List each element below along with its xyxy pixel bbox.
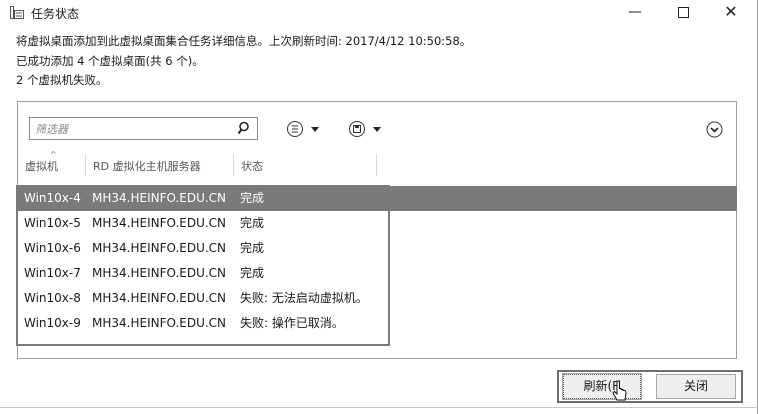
maximize-button[interactable] — [663, 0, 703, 26]
vm-cell: Win10x-9 — [24, 316, 81, 330]
server-manager-icon — [10, 6, 24, 19]
server-cell: MH34.HEINFO.EDU.CN — [92, 191, 227, 205]
server-cell: MH34.HEINFO.EDU.CN — [92, 266, 227, 280]
close-window-button[interactable]: ✕ — [711, 0, 751, 26]
server-cell: MH34.HEINFO.EDU.CN — [92, 291, 227, 305]
status-cell: 完成 — [240, 191, 265, 205]
status-cell: 完成 — [240, 266, 265, 280]
server-cell: MH34.HEINFO.EDU.CN — [92, 241, 227, 255]
success-count-text: 已成功添加 4 个虚拟桌面(共 6 个)。 — [16, 54, 204, 68]
vm-cell: Win10x-5 — [24, 216, 81, 230]
minimize-icon: — — [628, 4, 642, 20]
refresh-button[interactable]: 刷新(R — [562, 373, 642, 400]
status-cell: 失败: 无法启动虚拟机。 — [240, 291, 368, 305]
minimize-button[interactable]: — — [615, 0, 655, 26]
task-status-window: 任务状态 — ✕ 将虚拟桌面添加到此虚拟桌面集合任务详细信息。上次刷新时间: 2… — [0, 0, 758, 414]
failure-count-text: 2 个虚拟机失败。 — [16, 73, 108, 87]
server-cell: MH34.HEINFO.EDU.CN — [92, 216, 227, 230]
mouse-cursor-icon — [612, 380, 627, 401]
close-button[interactable]: 关闭 — [656, 374, 736, 399]
vm-cell: Win10x-4 — [24, 191, 81, 205]
close-icon: ✕ — [724, 2, 738, 21]
column-divider — [85, 154, 86, 176]
column-header-server[interactable]: RD 虚拟化主机服务器 — [93, 158, 201, 174]
server-cell: MH34.HEINFO.EDU.CN — [92, 316, 227, 330]
vm-cell: Win10x-8 — [24, 291, 81, 305]
maximize-icon — [677, 7, 689, 18]
column-header-vm[interactable]: 虚拟机 — [25, 158, 58, 174]
column-header-status[interactable]: 状态 — [241, 158, 263, 174]
task-list-panel: 筛选器 ^ 虚拟机 RD 虚拟化主机服务器 状态 Win10x-4 MH34.H… — [16, 101, 737, 359]
expand-circle-icon[interactable] — [706, 121, 723, 138]
status-cell: 完成 — [240, 216, 265, 230]
column-divider — [376, 154, 377, 176]
bottom-divider — [0, 407, 758, 408]
title-bar: 任务状态 — ✕ — [0, 0, 757, 26]
save-query-icon[interactable] — [348, 120, 390, 138]
status-cell: 完成 — [240, 241, 265, 255]
window-title: 任务状态 — [31, 7, 80, 21]
column-divider — [233, 154, 234, 176]
filter-input[interactable]: 筛选器 — [29, 117, 258, 140]
search-icon[interactable] — [237, 120, 254, 137]
vm-cell: Win10x-7 — [24, 266, 81, 280]
list-options-icon[interactable] — [286, 120, 328, 138]
vm-cell: Win10x-6 — [24, 241, 81, 255]
task-details-text: 将虚拟桌面添加到此虚拟桌面集合任务详细信息。上次刷新时间: 2017/4/12 … — [16, 34, 472, 48]
filter-placeholder: 筛选器 — [35, 123, 68, 136]
status-cell: 失败: 操作已取消。 — [240, 316, 344, 330]
